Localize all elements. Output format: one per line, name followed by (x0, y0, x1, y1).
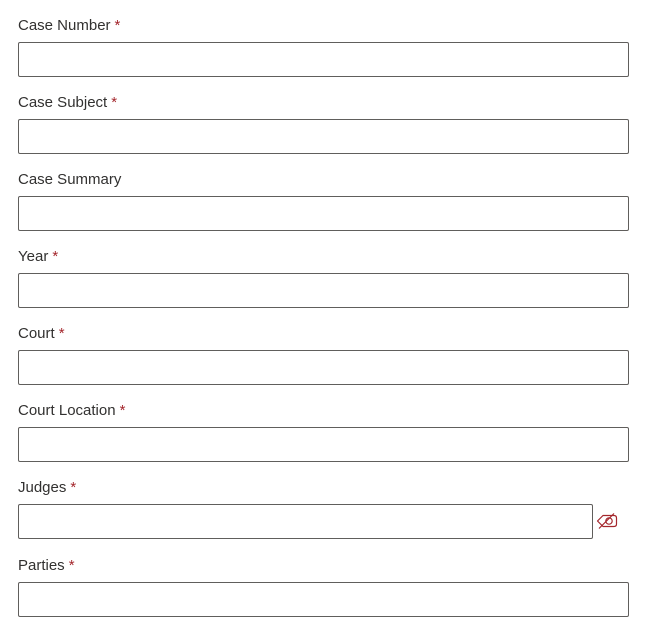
year-field: Year * (18, 248, 629, 308)
court-location-label: Court Location * (18, 402, 125, 420)
judges-label: Judges * (18, 479, 76, 497)
parties-field: Parties * (18, 557, 629, 617)
case-summary-input[interactable] (18, 196, 629, 231)
case-summary-label-text: Case Summary (18, 171, 122, 188)
parties-label: Parties * (18, 557, 75, 575)
court-label: Court * (18, 325, 65, 343)
parties-label-text: Parties (18, 557, 65, 574)
required-marker: * (111, 94, 118, 111)
case-subject-field: Case Subject * (18, 94, 629, 154)
judges-input[interactable] (18, 504, 593, 539)
case-summary-field: Case Summary (18, 171, 629, 231)
case-summary-label: Case Summary (18, 171, 125, 189)
case-number-label: Case Number * (18, 17, 120, 35)
parties-input[interactable] (18, 582, 629, 617)
case-subject-input[interactable] (18, 119, 629, 154)
year-input[interactable] (18, 273, 629, 308)
case-form: Case Number * Case Subject * Case Summary … (0, 0, 645, 632)
year-label: Year * (18, 248, 58, 266)
required-marker: * (68, 557, 75, 574)
court-location-input[interactable] (18, 427, 629, 462)
court-location-label-text: Court Location (18, 402, 116, 419)
case-number-input[interactable] (18, 42, 629, 77)
court-location-field: Court Location * (18, 402, 629, 462)
case-number-field: Case Number * (18, 17, 629, 77)
required-marker: * (58, 325, 65, 342)
case-subject-label-text: Case Subject (18, 94, 108, 111)
required-marker: * (70, 479, 77, 496)
required-marker: * (119, 402, 126, 419)
year-label-text: Year (18, 248, 49, 265)
required-marker: * (114, 17, 121, 34)
judges-label-text: Judges (18, 479, 67, 496)
required-marker: * (52, 248, 59, 265)
court-label-text: Court (18, 325, 55, 342)
tag-icon[interactable] (596, 512, 618, 530)
court-field: Court * (18, 325, 629, 385)
court-input[interactable] (18, 350, 629, 385)
tag-icon-graphic (596, 513, 618, 529)
judges-field: Judges * (18, 479, 629, 539)
case-subject-label: Case Subject * (18, 94, 117, 112)
case-number-label-text: Case Number (18, 17, 111, 34)
